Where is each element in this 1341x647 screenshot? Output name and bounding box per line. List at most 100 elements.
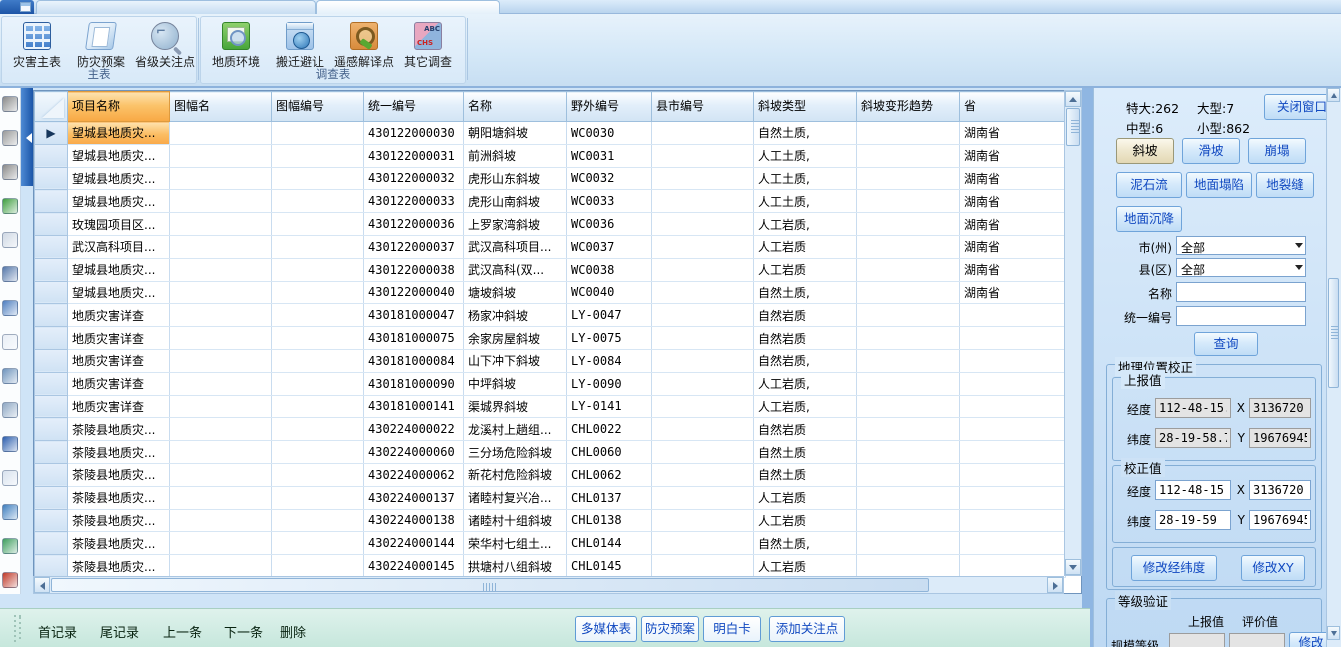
table-cell[interactable]: 湖南省 — [960, 213, 1066, 236]
table-cell[interactable] — [857, 463, 960, 486]
table-cell[interactable] — [272, 167, 364, 190]
table-cell[interactable]: CHL0145 — [567, 555, 652, 578]
table-cell[interactable] — [272, 395, 364, 418]
table-cell[interactable] — [170, 349, 272, 372]
table-cell[interactable]: 武汉高科项目... — [68, 235, 170, 258]
column-header[interactable]: 县市编号 — [652, 92, 754, 122]
table-cell[interactable] — [272, 213, 364, 236]
table-cell[interactable] — [652, 486, 754, 509]
table-cell[interactable] — [652, 213, 754, 236]
table-cell[interactable]: 湖南省 — [960, 235, 1066, 258]
page-tool-icon[interactable] — [2, 334, 18, 350]
book-tool-icon[interactable] — [2, 470, 18, 486]
row-selector-cell[interactable] — [35, 486, 68, 509]
table-cell[interactable]: WC0040 — [567, 281, 652, 304]
bottom-button-3[interactable]: 明白卡 — [703, 616, 761, 642]
bottom-button-4[interactable]: 添加关注点 — [769, 616, 845, 642]
table-cell[interactable]: 人工岩质, — [754, 372, 857, 395]
table-cell[interactable]: 新花村危险斜坡 — [464, 463, 567, 486]
table-row[interactable]: 茶陵县地质灾...430224000145拱塘村八组斜坡CHL0145人工岩质 — [35, 555, 1066, 578]
table-row[interactable]: 茶陵县地质灾...430224000138诸睦村十组斜坡CHL0138人工岩质 — [35, 509, 1066, 532]
table-cell[interactable]: 人工土质, — [754, 167, 857, 190]
table-row[interactable]: 茶陵县地质灾...430224000060三分场危险斜坡CHL0060自然土质 — [35, 441, 1066, 464]
table-cell[interactable]: 人工岩质, — [754, 213, 857, 236]
table-cell[interactable] — [960, 395, 1066, 418]
table-cell[interactable] — [960, 418, 1066, 441]
table-cell[interactable] — [170, 213, 272, 236]
table-cell[interactable]: 茶陵县地质灾... — [68, 418, 170, 441]
row-selector-cell[interactable] — [35, 190, 68, 213]
table-cell[interactable] — [857, 532, 960, 555]
table-cell[interactable] — [170, 304, 272, 327]
table-cell[interactable]: 430122000033 — [364, 190, 464, 213]
row-selector-cell[interactable] — [35, 281, 68, 304]
table-cell[interactable]: 虎形山南斜坡 — [464, 190, 567, 213]
table-cell[interactable] — [652, 304, 754, 327]
table-cell[interactable]: 诸睦村十组斜坡 — [464, 509, 567, 532]
row-selector-cell[interactable] — [35, 555, 68, 578]
table-row[interactable]: 望城县地质灾...430122000031前洲斜坡WC0031人工土质,湖南省 — [35, 144, 1066, 167]
table-cell[interactable]: CHL0144 — [567, 532, 652, 555]
table-cell[interactable] — [170, 190, 272, 213]
ribbon-button[interactable]: 省级关注点 — [134, 20, 196, 70]
table-cell[interactable] — [960, 372, 1066, 395]
table-cell[interactable]: WC0036 — [567, 213, 652, 236]
modify-xy-button[interactable]: 修改XY — [1241, 555, 1305, 581]
table-cell[interactable] — [272, 144, 364, 167]
type-button-4[interactable]: 泥石流 — [1116, 172, 1182, 198]
table-cell[interactable] — [857, 144, 960, 167]
table-cell[interactable]: 430224000062 — [364, 463, 464, 486]
table-cell[interactable] — [652, 418, 754, 441]
row-selector-cell[interactable] — [35, 327, 68, 350]
table-row[interactable]: 武汉高科项目...430122000037武汉高科项目...WC0037人工岩质… — [35, 235, 1066, 258]
table-cell[interactable] — [960, 327, 1066, 350]
table-cell[interactable]: 山下冲下斜坡 — [464, 349, 567, 372]
table-cell[interactable] — [960, 463, 1066, 486]
column-header[interactable]: 统一编号 — [364, 92, 464, 122]
table-cell[interactable] — [857, 122, 960, 145]
table-cell[interactable]: 拱塘村八组斜坡 — [464, 555, 567, 578]
table-cell[interactable]: 自然土质 — [754, 463, 857, 486]
table-cell[interactable]: 自然岩质 — [754, 418, 857, 441]
table-cell[interactable] — [170, 418, 272, 441]
table-cell[interactable] — [652, 532, 754, 555]
uid-input[interactable] — [1176, 306, 1306, 326]
column-header[interactable]: 图幅名 — [170, 92, 272, 122]
table-cell[interactable]: 自然岩质 — [754, 304, 857, 327]
table-cell[interactable]: 中坪斜坡 — [464, 372, 567, 395]
table-cell[interactable] — [857, 486, 960, 509]
table-cell[interactable]: 湖南省 — [960, 258, 1066, 281]
vscroll-thumb[interactable] — [1066, 108, 1080, 146]
table-cell[interactable] — [857, 258, 960, 281]
table-cell[interactable] — [272, 555, 364, 578]
type-button-5[interactable]: 地面塌陷 — [1186, 172, 1252, 198]
column-header[interactable]: 省 — [960, 92, 1066, 122]
table-cell[interactable]: 430224000145 — [364, 555, 464, 578]
panel-collapse-handle[interactable] — [21, 88, 33, 186]
table-cell[interactable] — [652, 441, 754, 464]
table-row[interactable]: 望城县地质灾...430122000033虎形山南斜坡WC0033人工土质,湖南… — [35, 190, 1066, 213]
table-cell[interactable]: 人工岩质 — [754, 258, 857, 281]
table-cell[interactable]: WC0037 — [567, 235, 652, 258]
type-button-7[interactable]: 地面沉降 — [1116, 206, 1182, 232]
row-selector-cell[interactable] — [35, 509, 68, 532]
table-row[interactable]: 望城县地质灾...430122000040塘坡斜坡WC0040自然土质,湖南省 — [35, 281, 1066, 304]
nav-link-4[interactable]: 下一条 — [224, 622, 263, 641]
table-cell[interactable]: WC0032 — [567, 167, 652, 190]
table-cell[interactable]: 地质灾害详查 — [68, 327, 170, 350]
table-cell[interactable] — [652, 509, 754, 532]
table-cell[interactable]: 人工岩质 — [754, 235, 857, 258]
table-cell[interactable]: 余家房屋斜坡 — [464, 327, 567, 350]
table-cell[interactable]: 地质灾害详查 — [68, 304, 170, 327]
table-cell[interactable]: LY-0084 — [567, 349, 652, 372]
table-cell[interactable]: CHL0022 — [567, 418, 652, 441]
table-cell[interactable]: 人工土质, — [754, 144, 857, 167]
table-row[interactable]: 望城县地质灾...430122000038武汉高科(双...WC0038人工岩质… — [35, 258, 1066, 281]
table-cell[interactable]: 430122000040 — [364, 281, 464, 304]
table-cell[interactable]: 朝阳塘斜坡 — [464, 122, 567, 145]
row-selector-cell[interactable] — [35, 235, 68, 258]
ribbon-button[interactable]: 搬迁避让 — [269, 20, 331, 70]
table-row[interactable]: 茶陵县地质灾...430224000144荣华村七组土...CHL0144自然土… — [35, 532, 1066, 555]
table-cell[interactable]: 湖南省 — [960, 281, 1066, 304]
table-cell[interactable] — [272, 486, 364, 509]
